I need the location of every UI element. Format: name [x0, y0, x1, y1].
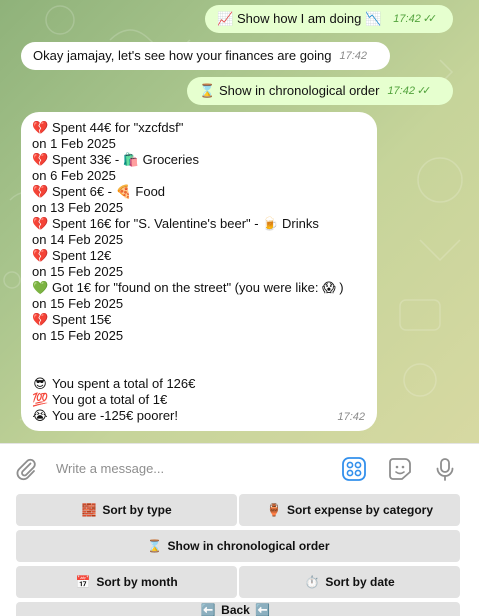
message-text: Show how I am doing	[237, 11, 362, 26]
report-line: on 15 Feb 2025	[32, 264, 365, 280]
message-time: 17:42	[393, 13, 421, 25]
report-line-text: on 15 Feb 2025	[32, 296, 124, 311]
chart-increasing-icon: 📈	[217, 11, 234, 26]
left-arrow-icon: ⬅️	[200, 603, 216, 616]
sort-by-category-button[interactable]: 🏺 Sort expense by category	[239, 494, 460, 526]
hundred-points-icon: 💯	[32, 392, 49, 407]
summary-text: You got a total of 1€	[52, 392, 168, 407]
summary-text: You are -125€ poorer!	[52, 408, 179, 423]
report-line: on 14 Feb 2025	[32, 232, 365, 248]
calendar-icon: 📅	[75, 575, 91, 589]
amphora-icon: 🏺	[266, 503, 282, 517]
report-line: 💔 Spent 44€ for "xzcfdsf"	[32, 120, 365, 136]
bot-reply-keyboard: 🧱 Sort by type 🏺 Sort expense by categor…	[0, 493, 479, 616]
hourglass-icon: ⌛	[147, 539, 162, 553]
crying-face-icon: 😭	[32, 408, 48, 423]
button-label: Show in chronological order	[167, 539, 330, 553]
broken-heart-icon: 💔	[32, 312, 49, 327]
bot-keyboard-icon[interactable]	[341, 456, 367, 482]
message-input[interactable]: Write a message...	[56, 461, 164, 476]
button-label: Sort by type	[102, 503, 172, 517]
sort-by-date-button[interactable]: ⏱️ Sort by date	[239, 566, 460, 598]
summary-text: You spent a total of 126€	[52, 376, 196, 391]
report-line: 💔 Spent 12€	[32, 248, 365, 264]
summary-line: 😭 You are -125€ poorer!	[32, 408, 365, 424]
sunglasses-face-icon: 😎	[33, 376, 47, 391]
report-line-text: Spent 12€	[52, 248, 112, 263]
bricks-icon: 🧱	[81, 503, 97, 517]
microphone-icon[interactable]	[432, 456, 458, 482]
button-label: Sort by month	[96, 575, 178, 589]
message-time: 17:42	[337, 411, 365, 423]
report-summary: 😎 You spent a total of 126€ 💯 You got a to…	[32, 376, 365, 424]
report-line-text: Got 1€ for "found on the street" (you we…	[52, 280, 344, 295]
broken-heart-icon: 💔	[32, 120, 49, 135]
message-time: 17:42	[387, 85, 415, 97]
broken-heart-icon: 💔	[32, 248, 49, 263]
broken-heart-icon: 💔	[32, 152, 49, 167]
sort-by-month-button[interactable]: 📅 Sort by month	[16, 566, 237, 598]
double-check-icon: ✓✓	[422, 13, 438, 25]
paperclip-icon[interactable]	[14, 457, 38, 481]
message-text: Okay jamajay, let's see how your finance…	[33, 48, 332, 63]
report-line-text: Spent 44€ for "xzcfdsf"	[52, 120, 184, 135]
chart-decreasing-icon: 📉	[365, 11, 382, 26]
report-line-text: Spent 33€ - 🛍️ Groceries	[52, 152, 199, 167]
hourglass-icon: ⌛	[199, 83, 216, 98]
button-label: Back	[221, 603, 250, 616]
report-line: 💔 Spent 33€ - 🛍️ Groceries	[32, 152, 365, 168]
incoming-message-report[interactable]: 💔 Spent 44€ for "xzcfdsf" on 1 Feb 2025 💔…	[21, 112, 377, 431]
report-line-text: Spent 6€ - 🍕 Food	[52, 184, 166, 199]
report-line-text: on 15 Feb 2025	[32, 328, 124, 343]
button-label: Sort expense by category	[286, 503, 434, 517]
broken-heart-icon: 💔	[32, 216, 49, 231]
report-line: on 15 Feb 2025	[32, 328, 365, 344]
report-lines: 💔 Spent 44€ for "xzcfdsf" on 1 Feb 2025 💔…	[32, 120, 365, 344]
back-button[interactable]: ⬅️ Back ⬅️	[16, 602, 460, 616]
stopwatch-icon: ⏱️	[304, 575, 320, 589]
summary-line: 😎 You spent a total of 126€	[32, 376, 365, 392]
report-line-text: Spent 15€	[52, 312, 112, 327]
report-line-text: on 15 Feb 2025	[32, 264, 124, 279]
double-check-icon: ✓✓	[416, 85, 432, 97]
broken-heart-icon: 💔	[32, 184, 49, 199]
report-line: 💚 Got 1€ for "found on the street" (you w…	[32, 280, 365, 296]
report-line: on 6 Feb 2025	[32, 168, 365, 184]
report-line: 💔 Spent 6€ - 🍕 Food	[32, 184, 365, 200]
report-line-text: on 14 Feb 2025	[32, 232, 124, 247]
report-line: 💔 Spent 16€ for "S. Valentine's beer" - 🍺…	[32, 216, 365, 232]
green-heart-icon: 💚	[32, 280, 49, 295]
outgoing-message-show-how[interactable]: 📈 Show how I am doing 📉 17:42 ✓✓	[205, 5, 453, 33]
report-line-text: on 13 Feb 2025	[32, 200, 124, 215]
report-line-text: on 1 Feb 2025	[32, 136, 116, 151]
incoming-message-greeting[interactable]: Okay jamajay, let's see how your finance…	[21, 42, 390, 70]
left-arrow-icon: ⬅️	[255, 603, 271, 616]
report-line-text: on 6 Feb 2025	[32, 168, 116, 183]
summary-line: 💯 You got a total of 1€	[32, 392, 365, 408]
message-time: 17:42	[339, 50, 368, 62]
report-line: on 13 Feb 2025	[32, 200, 365, 216]
report-line-text: Spent 16€ for "S. Valentine's beer" - 🍺 …	[52, 216, 319, 231]
report-line: on 15 Feb 2025	[32, 296, 365, 312]
report-line: 💔 Spent 15€	[32, 312, 365, 328]
sort-by-type-button[interactable]: 🧱 Sort by type	[16, 494, 237, 526]
chronological-order-button[interactable]: ⌛ Show in chronological order	[16, 530, 460, 562]
sticker-icon[interactable]	[387, 456, 413, 482]
message-composer: Write a message...	[0, 443, 479, 493]
outgoing-message-chronological[interactable]: ⌛ Show in chronological order 17:42 ✓✓	[187, 77, 453, 105]
message-text: Show in chronological order	[219, 83, 380, 98]
report-line: on 1 Feb 2025	[32, 136, 365, 152]
button-label: Sort by date	[325, 575, 395, 589]
chat-area[interactable]: 📈 Show how I am doing 📉 17:42 ✓✓ Okay ja…	[0, 0, 479, 443]
